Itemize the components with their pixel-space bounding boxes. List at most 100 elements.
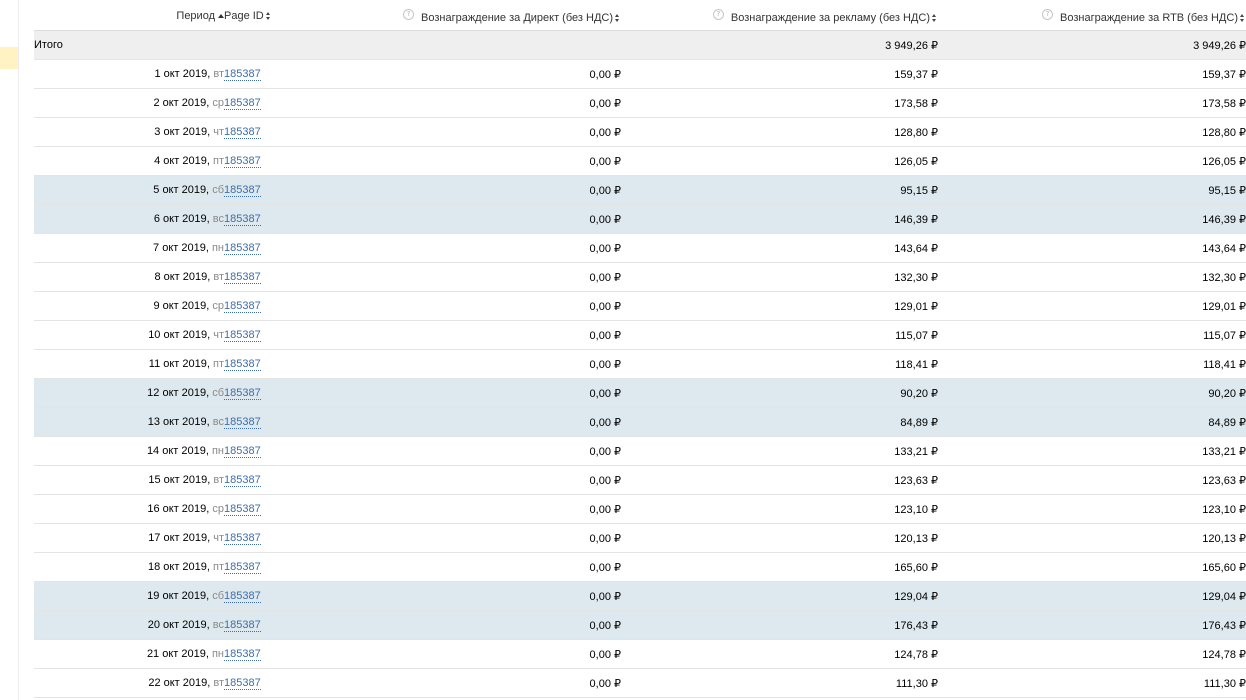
rtb-cell: 90,20 ₽ — [938, 378, 1246, 408]
direct-cell: 0,00 ₽ — [344, 59, 621, 89]
page-id-link[interactable]: 185387 — [224, 532, 261, 545]
column-header-period-label: Период — [176, 10, 215, 22]
page-id-link[interactable]: 185387 — [224, 213, 261, 226]
sort-toggle-icon — [265, 12, 272, 20]
direct-cell: 0,00 ₽ — [344, 668, 621, 698]
help-icon[interactable]: ? — [1042, 8, 1053, 20]
table-row: 4 окт 2019, пт 185387 0,00 ₽126,05 ₽126,05… — [34, 146, 1246, 176]
page-id-link[interactable]: 185387 — [224, 155, 261, 168]
ads-cell: 176,43 ₽ — [621, 610, 938, 640]
column-header-page-id[interactable]: Page ID — [224, 2, 344, 31]
period-weekday: вт — [213, 474, 224, 486]
direct-cell: 0,00 ₽ — [344, 378, 621, 408]
rtb-cell: 133,21 ₽ — [938, 436, 1246, 466]
help-icon[interactable]: ? — [403, 8, 414, 20]
period-date: 20 окт 2019, — [147, 619, 210, 631]
page-id-link[interactable]: 185387 — [224, 329, 261, 342]
period-cell: 12 окт 2019, сб — [34, 378, 224, 408]
page-id-cell: 185387 — [224, 639, 344, 669]
period-cell: 2 окт 2019, ср — [34, 88, 224, 118]
period-cell: 20 окт 2019, вс — [34, 610, 224, 640]
page-id-cell: 185387 — [224, 668, 344, 698]
page-id-link[interactable]: 185387 — [224, 677, 261, 690]
period-cell: 1 окт 2019, вт — [34, 59, 224, 89]
column-header-page-id-label: Page ID — [224, 10, 264, 22]
page-id-link[interactable]: 185387 — [224, 126, 261, 139]
column-header-period[interactable]: Период — [34, 2, 224, 31]
direct-cell: 0,00 ₽ — [344, 552, 621, 582]
page-id-link[interactable]: 185387 — [224, 387, 261, 400]
ads-cell: 143,64 ₽ — [621, 233, 938, 263]
page-id-link[interactable]: 185387 — [224, 300, 261, 313]
table-row: 9 окт 2019, ср 185387 0,00 ₽129,01 ₽129,01… — [34, 291, 1246, 321]
table-row: 12 окт 2019, сб 185387 0,00 ₽90,20 ₽90,20 … — [34, 378, 1246, 408]
ads-cell: 129,04 ₽ — [621, 581, 938, 611]
rtb-cell: 129,01 ₽ — [938, 291, 1246, 321]
page-id-cell: 185387 — [224, 494, 344, 524]
page-id-link[interactable]: 185387 — [224, 358, 261, 371]
page-id-cell: 185387 — [224, 436, 344, 466]
period-cell: 11 окт 2019, пт — [34, 349, 224, 379]
period-weekday: ср — [212, 97, 224, 109]
page-id-link[interactable]: 185387 — [224, 561, 261, 574]
period-date: 4 окт 2019, — [154, 155, 210, 167]
page-id-cell: 185387 — [224, 465, 344, 495]
ads-cell: 111,30 ₽ — [621, 668, 938, 698]
period-weekday: ср — [212, 503, 224, 515]
ads-cell: 132,30 ₽ — [621, 262, 938, 292]
page-id-link[interactable]: 185387 — [224, 271, 261, 284]
total-row: Итого 3 949,26 ₽ 3 949,26 ₽ — [34, 30, 1246, 60]
page-id-cell: 185387 — [224, 407, 344, 437]
rtb-cell: 128,80 ₽ — [938, 117, 1246, 147]
period-cell: 6 окт 2019, вс — [34, 204, 224, 234]
total-label: Итого — [34, 30, 224, 60]
direct-cell: 0,00 ₽ — [344, 639, 621, 669]
period-weekday: вс — [212, 213, 224, 225]
page-id-link[interactable]: 185387 — [224, 619, 261, 632]
ads-cell: 128,80 ₽ — [621, 117, 938, 147]
rtb-cell: 124,78 ₽ — [938, 639, 1246, 669]
period-date: 14 окт 2019, — [146, 445, 209, 457]
period-cell: 8 окт 2019, вт — [34, 262, 224, 292]
sidebar-active-marker[interactable] — [0, 47, 18, 69]
page-id-link[interactable]: 185387 — [224, 68, 261, 81]
period-weekday: чт — [213, 329, 224, 341]
ads-cell: 133,21 ₽ — [621, 436, 938, 466]
table-row: 10 окт 2019, чт 185387 0,00 ₽115,07 ₽115,0… — [34, 320, 1246, 350]
page-id-link[interactable]: 185387 — [224, 503, 261, 516]
page-id-link[interactable]: 185387 — [224, 445, 261, 458]
page-id-link[interactable]: 185387 — [224, 97, 261, 110]
rtb-cell: 111,30 ₽ — [938, 668, 1246, 698]
statistics-page: Период Page ID ? Вознаграждение за Директ… — [0, 0, 1246, 700]
table-header: Период Page ID ? Вознаграждение за Директ… — [34, 2, 1246, 31]
ads-cell: 120,13 ₽ — [621, 523, 938, 553]
page-id-link[interactable]: 185387 — [224, 184, 261, 197]
direct-cell: 0,00 ₽ — [344, 175, 621, 205]
table-row: 6 окт 2019, вс 185387 0,00 ₽146,39 ₽146,39… — [34, 204, 1246, 234]
direct-cell: 0,00 ₽ — [344, 291, 621, 321]
period-cell: 5 окт 2019, сб — [34, 175, 224, 205]
period-weekday: вс — [212, 619, 224, 631]
period-weekday: вс — [212, 416, 224, 428]
page-id-link[interactable]: 185387 — [224, 590, 261, 603]
column-header-ads[interactable]: ? Вознаграждение за рекламу (без НДС) — [621, 2, 938, 31]
direct-cell: 0,00 ₽ — [344, 233, 621, 263]
ads-cell: 146,39 ₽ — [621, 204, 938, 234]
help-icon[interactable]: ? — [712, 8, 724, 20]
rtb-cell: 146,39 ₽ — [938, 204, 1246, 234]
period-date: 11 окт 2019, — [148, 358, 210, 370]
page-id-link[interactable]: 185387 — [224, 474, 261, 487]
period-date: 8 окт 2019, — [154, 271, 211, 283]
period-date: 10 окт 2019, — [148, 329, 211, 341]
direct-cell: 0,00 ₽ — [344, 436, 621, 466]
page-id-link[interactable]: 185387 — [224, 242, 261, 255]
page-id-link[interactable]: 185387 — [224, 648, 261, 661]
period-weekday: пн — [211, 445, 224, 457]
direct-cell: 0,00 ₽ — [344, 117, 621, 147]
column-header-rtb[interactable]: ? Вознаграждение за RTB (без НДС) — [938, 2, 1246, 31]
period-date: 15 окт 2019, — [148, 474, 211, 486]
period-cell: 15 окт 2019, вт — [34, 465, 224, 495]
column-header-direct[interactable]: ? Вознаграждение за Директ (без НДС) — [344, 2, 621, 31]
page-id-link[interactable]: 185387 — [224, 416, 261, 429]
sort-toggle-icon — [932, 13, 938, 22]
